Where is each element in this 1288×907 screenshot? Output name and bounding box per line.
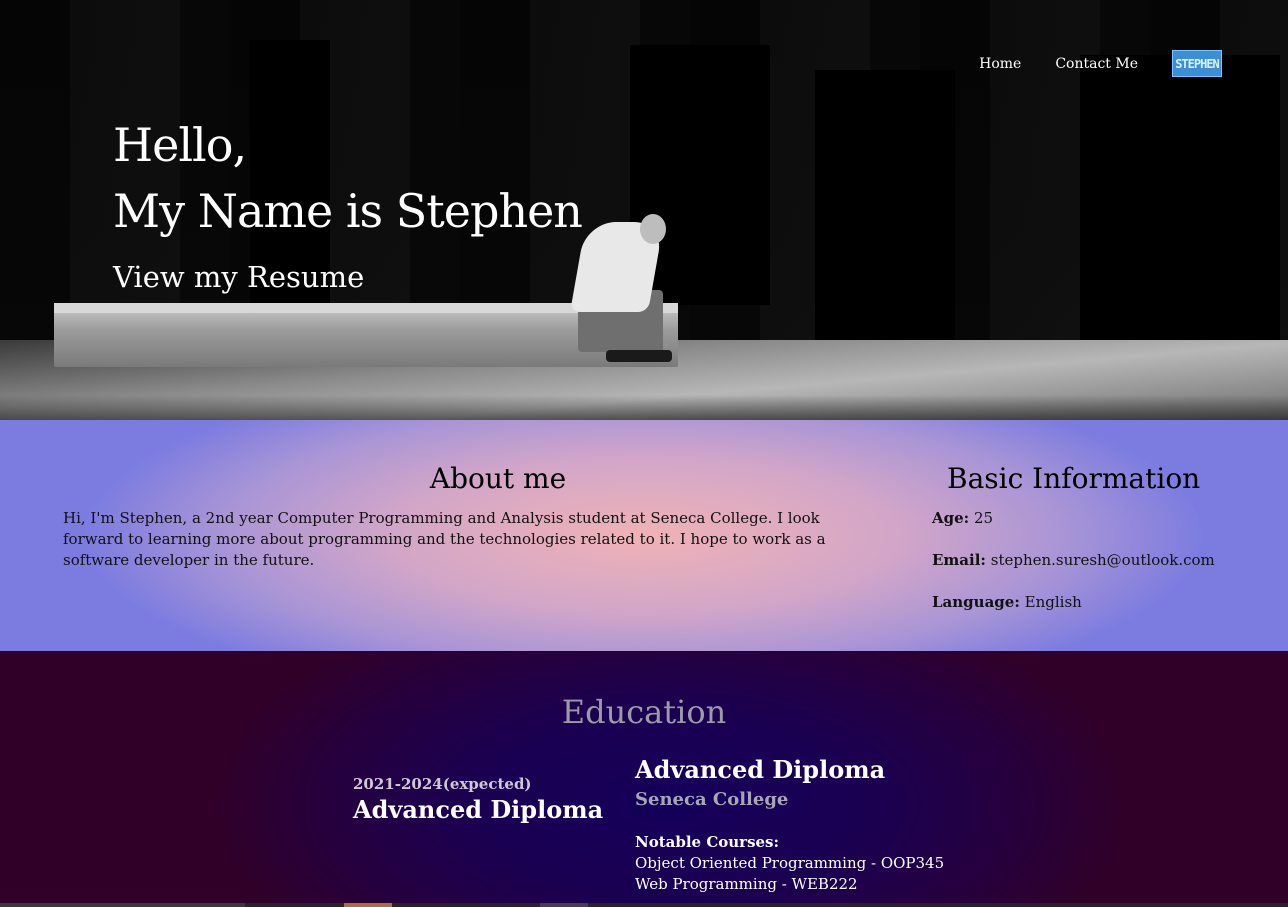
bottom-strip-segment xyxy=(540,903,588,907)
info-age-label: Age: xyxy=(932,509,970,527)
about-title: About me xyxy=(429,462,567,495)
info-age: Age: 25 xyxy=(932,508,1215,529)
view-resume-link[interactable]: View my Resume xyxy=(113,260,364,294)
hero-floor-shadow xyxy=(0,395,1288,420)
course-item: Object Oriented Programming - OOP345 xyxy=(635,854,945,872)
info-language-value: English xyxy=(1024,593,1082,611)
info-email-label: Email: xyxy=(932,551,986,569)
course-item: Web Programming - WEB222 xyxy=(635,875,858,893)
nav-contact-link[interactable]: Contact Me xyxy=(1055,56,1138,72)
education-degree-right: Advanced Diploma xyxy=(635,755,886,784)
hero-figure-head xyxy=(640,214,666,244)
info-age-value: 25 xyxy=(974,509,994,527)
bottom-strip xyxy=(0,903,1288,907)
about-text: Hi, I'm Stephen, a 2nd year Computer Pro… xyxy=(63,509,826,569)
logo-icon[interactable]: STEPHEN xyxy=(1172,50,1222,77)
education-dates: 2021-2024(expected) xyxy=(353,775,532,793)
education-school: Seneca College xyxy=(635,789,789,810)
bottom-strip-segment xyxy=(0,903,245,907)
hero-figure-shoes xyxy=(606,350,672,362)
education-degree-left: Advanced Diploma xyxy=(353,795,604,824)
education-title: Education xyxy=(561,693,727,731)
hero-background-panel xyxy=(1080,55,1280,340)
nav-home-link[interactable]: Home xyxy=(979,56,1021,72)
hero-title-line2: My Name is Stephen xyxy=(113,184,583,238)
hero-background-panel xyxy=(815,70,955,340)
education-section: Education 2021-2024(expected) Advanced D… xyxy=(0,651,1288,907)
courses-label: Notable Courses: xyxy=(635,833,780,851)
hero-title-line1: Hello, xyxy=(113,118,247,172)
hero-greeting: Hello, My Name is Stephen View my Resume xyxy=(113,112,583,294)
info-language: Language: English xyxy=(932,592,1215,613)
basic-info-title: Basic Information xyxy=(947,462,1201,495)
top-nav: Home Contact Me STEPHEN xyxy=(979,50,1222,77)
about-section: About me Hi, I'm Stephen, a 2nd year Com… xyxy=(0,420,1288,651)
info-language-label: Language: xyxy=(932,593,1020,611)
info-email-value: stephen.suresh@outlook.com xyxy=(990,551,1215,569)
bottom-strip-segment xyxy=(344,903,392,907)
hero-section: Home Contact Me STEPHEN Hello, My Name i… xyxy=(0,0,1288,420)
info-email: Email: stephen.suresh@outlook.com xyxy=(932,550,1215,571)
basic-info-list: Age: 25 Email: stephen.suresh@outlook.co… xyxy=(932,508,1215,634)
